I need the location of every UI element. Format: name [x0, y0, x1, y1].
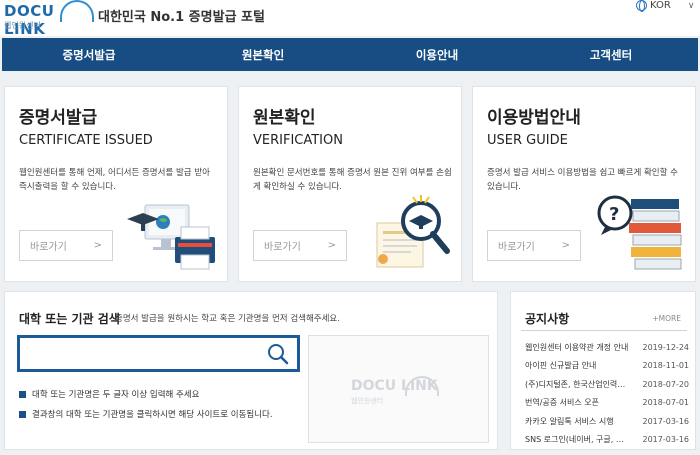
notice-panel: 공지사항 +MORE 웹인원센터 이용약관 개정 안내 2019-12-24 아…	[510, 291, 696, 450]
language-selector[interactable]: KOR ∨	[636, 0, 695, 12]
nav-item-certificate[interactable]: 증명서발급	[2, 38, 176, 71]
card-subtitle: USER GUIDE	[487, 133, 568, 148]
card-title: 이용방법안내	[487, 108, 581, 128]
logo-subtitle: 웹인원센터	[4, 21, 41, 30]
divider	[521, 330, 687, 331]
notice-item[interactable]: SNS 로그인(네이버, 구글, 카카오) 2017-03-16	[525, 431, 689, 450]
notice-list: 웹인원센터 이용약관 개정 안내 2019-12-24 아이핀 신규발급 안내 …	[525, 338, 689, 449]
notice-item[interactable]: 아이핀 신규발급 안내 2018-11-01	[525, 357, 689, 376]
card-description: 원본확인 문서번호를 통해 증명서 원본 진위 여부를 손쉽게 확인하실 수 있…	[253, 168, 452, 192]
bullet-icon	[19, 390, 26, 398]
bullet-icon	[19, 410, 26, 418]
notice-item[interactable]: 번역/공증 서비스 오픈 2018-07-01	[525, 394, 689, 413]
computer-printer-icon	[127, 204, 215, 270]
card-description: 증명서 발급 서비스 이용방법을 쉽고 빠르게 확인할 수 있습니다.	[487, 168, 678, 192]
header: DOCU LINK 웹인원센터 대한민국 No.1 증명발급 포털 KOR ∨	[0, 0, 700, 38]
main-nav: 증명서발급 원본확인 이용안내 고객센터	[2, 38, 698, 71]
search-tip-text: 결과창의 대학 또는 기관명을 클릭하시면 해당 사이트로 이동됩니다.	[32, 410, 273, 420]
notice-more-link[interactable]: +MORE	[652, 314, 681, 323]
card-title: 원본확인	[253, 108, 316, 128]
notice-item-date: 2018-07-20	[642, 379, 690, 389]
notice-title: 공지사항	[525, 312, 570, 326]
search-hint: 증명서 발급을 원하시는 학교 혹은 기관명을 먼저 검색해주세요.	[115, 314, 340, 324]
books-question-icon: ?	[597, 195, 682, 270]
go-button-guide[interactable]: 바로가기 >	[487, 230, 581, 261]
notice-item-title[interactable]: 아이핀 신규발급 안내	[525, 360, 629, 371]
notice-item[interactable]: 웹인원센터 이용약관 개정 안내 2019-12-24	[525, 338, 689, 357]
notice-item[interactable]: (주)디지털존, 한국산업인력공단 제휴 2018-07-20	[525, 375, 689, 394]
search-results-box: DOCU LINK 웹인원센터	[308, 335, 489, 443]
notice-item-date: 2017-03-16	[642, 416, 690, 426]
notice-item[interactable]: 카카오 알림톡 서비스 시행 2017-03-16	[525, 412, 689, 431]
card-certificate: 증명서발급 CERTIFICATE ISSUED 웹인원센터를 통해 언제, 어…	[4, 86, 228, 282]
notice-item-date: 2017-03-16	[642, 435, 690, 445]
certificate-magnifier-icon	[376, 195, 450, 268]
search-tip: 결과창의 대학 또는 기관명을 클릭하시면 해당 사이트로 이동됩니다.	[19, 408, 273, 420]
nav-item-support[interactable]: 고객센터	[524, 38, 698, 71]
institution-search-panel: 대학 또는 기관 검색 증명서 발급을 원하시는 학교 혹은 기관명을 먼저 검…	[4, 291, 498, 450]
svg-text:?: ?	[609, 204, 619, 225]
go-button-label: 바로가기	[498, 242, 535, 253]
go-button-verification[interactable]: 바로가기 >	[253, 230, 347, 261]
search-title: 대학 또는 기관 검색	[19, 312, 120, 326]
search-tip-text: 대학 또는 기관명은 두 글자 이상 입력해 주세요	[32, 390, 200, 400]
search-tip: 대학 또는 기관명은 두 글자 이상 입력해 주세요	[19, 388, 200, 400]
search-box	[17, 335, 300, 372]
go-button-label: 바로가기	[264, 242, 301, 253]
watermark-logo: DOCU LINK 웹인원센터	[351, 376, 451, 408]
globe-icon	[636, 0, 647, 12]
nav-item-verification[interactable]: 원본확인	[176, 38, 350, 71]
notice-item-title[interactable]: 웹인원센터 이용약관 개정 안내	[525, 342, 629, 353]
card-title: 증명서발급	[19, 108, 98, 128]
nav-item-guide[interactable]: 이용안내	[350, 38, 524, 71]
notice-item-date: 2019-12-24	[642, 342, 690, 352]
docu-link-logo[interactable]: DOCU LINK 웹인원센터	[4, 0, 94, 38]
site-tagline: 대한민국 No.1 증명발급 포털	[98, 10, 265, 25]
card-subtitle: CERTIFICATE ISSUED	[19, 133, 153, 148]
search-icon[interactable]	[267, 343, 289, 365]
language-label: KOR	[650, 0, 671, 11]
search-input[interactable]	[26, 342, 266, 366]
arrow-right-icon: >	[93, 240, 102, 251]
chevron-down-icon: ∨	[687, 0, 695, 11]
arrow-right-icon: >	[327, 240, 336, 251]
notice-item-date: 2018-07-01	[642, 398, 690, 408]
card-guide: 이용방법안내 USER GUIDE 증명서 발급 서비스 이용방법을 쉽고 빠르…	[472, 86, 696, 282]
arrow-right-icon: >	[561, 240, 570, 251]
card-verification: 원본확인 VERIFICATION 원본확인 문서번호를 통해 증명서 원본 진…	[238, 86, 462, 282]
watermark-logo-subtitle: 웹인원센터	[351, 397, 384, 405]
card-description: 웹인원센터를 통해 언제, 어디서든 증명서를 발급 받아 즉시출력을 할 수 …	[19, 168, 210, 192]
notice-item-title[interactable]: 카카오 알림톡 서비스 시행	[525, 416, 629, 427]
notice-item-title[interactable]: SNS 로그인(네이버, 구글, 카카오)	[525, 434, 629, 445]
notice-item-date: 2018-11-01	[642, 361, 690, 371]
go-button-label: 바로가기	[30, 242, 67, 253]
notice-item-title[interactable]: 번역/공증 서비스 오픈	[525, 397, 629, 408]
card-subtitle: VERIFICATION	[253, 133, 343, 148]
go-button-certificate[interactable]: 바로가기 >	[19, 230, 113, 261]
notice-item-title[interactable]: (주)디지털존, 한국산업인력공단 제휴	[525, 379, 629, 390]
